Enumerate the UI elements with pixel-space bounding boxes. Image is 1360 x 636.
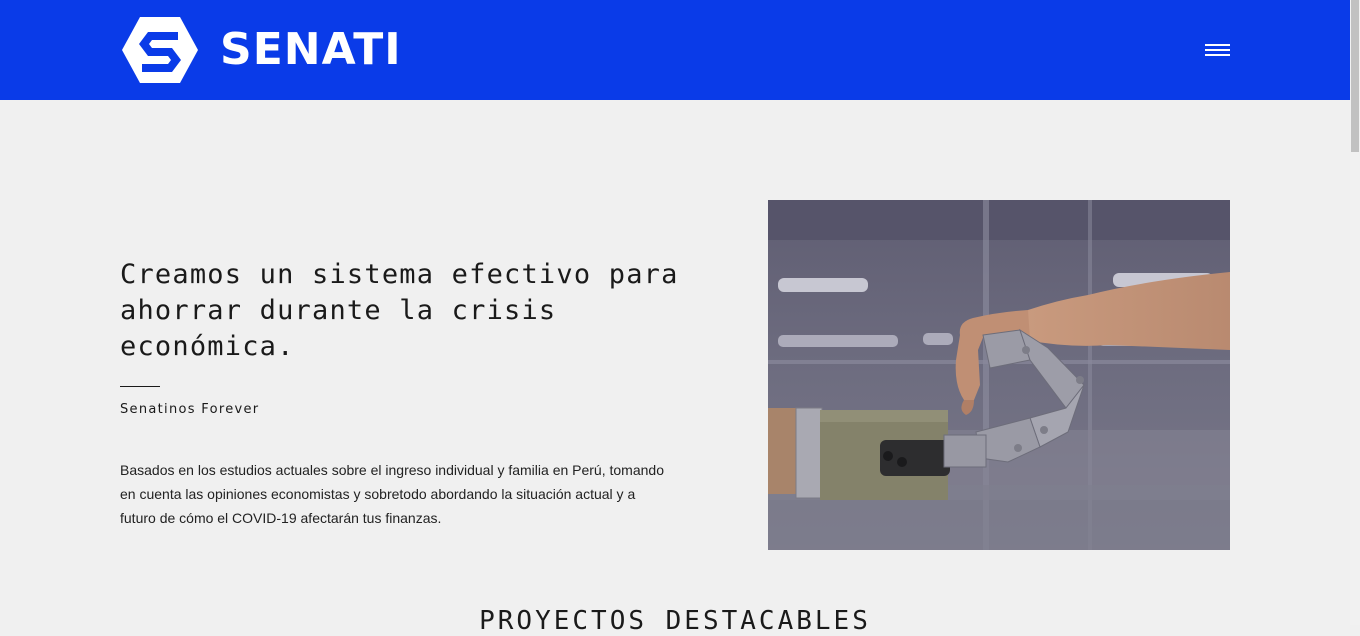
menu-button[interactable]: [1200, 38, 1234, 62]
scrollbar-thumb[interactable]: [1351, 0, 1359, 152]
robotic-hand-image: [768, 200, 1230, 550]
title-divider: [120, 386, 160, 387]
logo[interactable]: SENATI: [120, 14, 402, 86]
senati-logo-icon: [122, 17, 198, 83]
site-header: SENATI: [0, 0, 1350, 100]
hero-subtitle: Senatinos Forever: [120, 402, 260, 417]
hamburger-menu-icon: [1205, 44, 1230, 46]
section-title: PROYECTOS DESTACABLES: [479, 606, 871, 636]
hero-title: Creamos un sistema efectivo para ahorrar…: [120, 259, 679, 362]
brand-name: SENATI: [220, 24, 402, 75]
hero-description: Basados en los estudios actuales sobre e…: [120, 462, 664, 526]
page-scrollbar[interactable]: [1350, 0, 1360, 625]
